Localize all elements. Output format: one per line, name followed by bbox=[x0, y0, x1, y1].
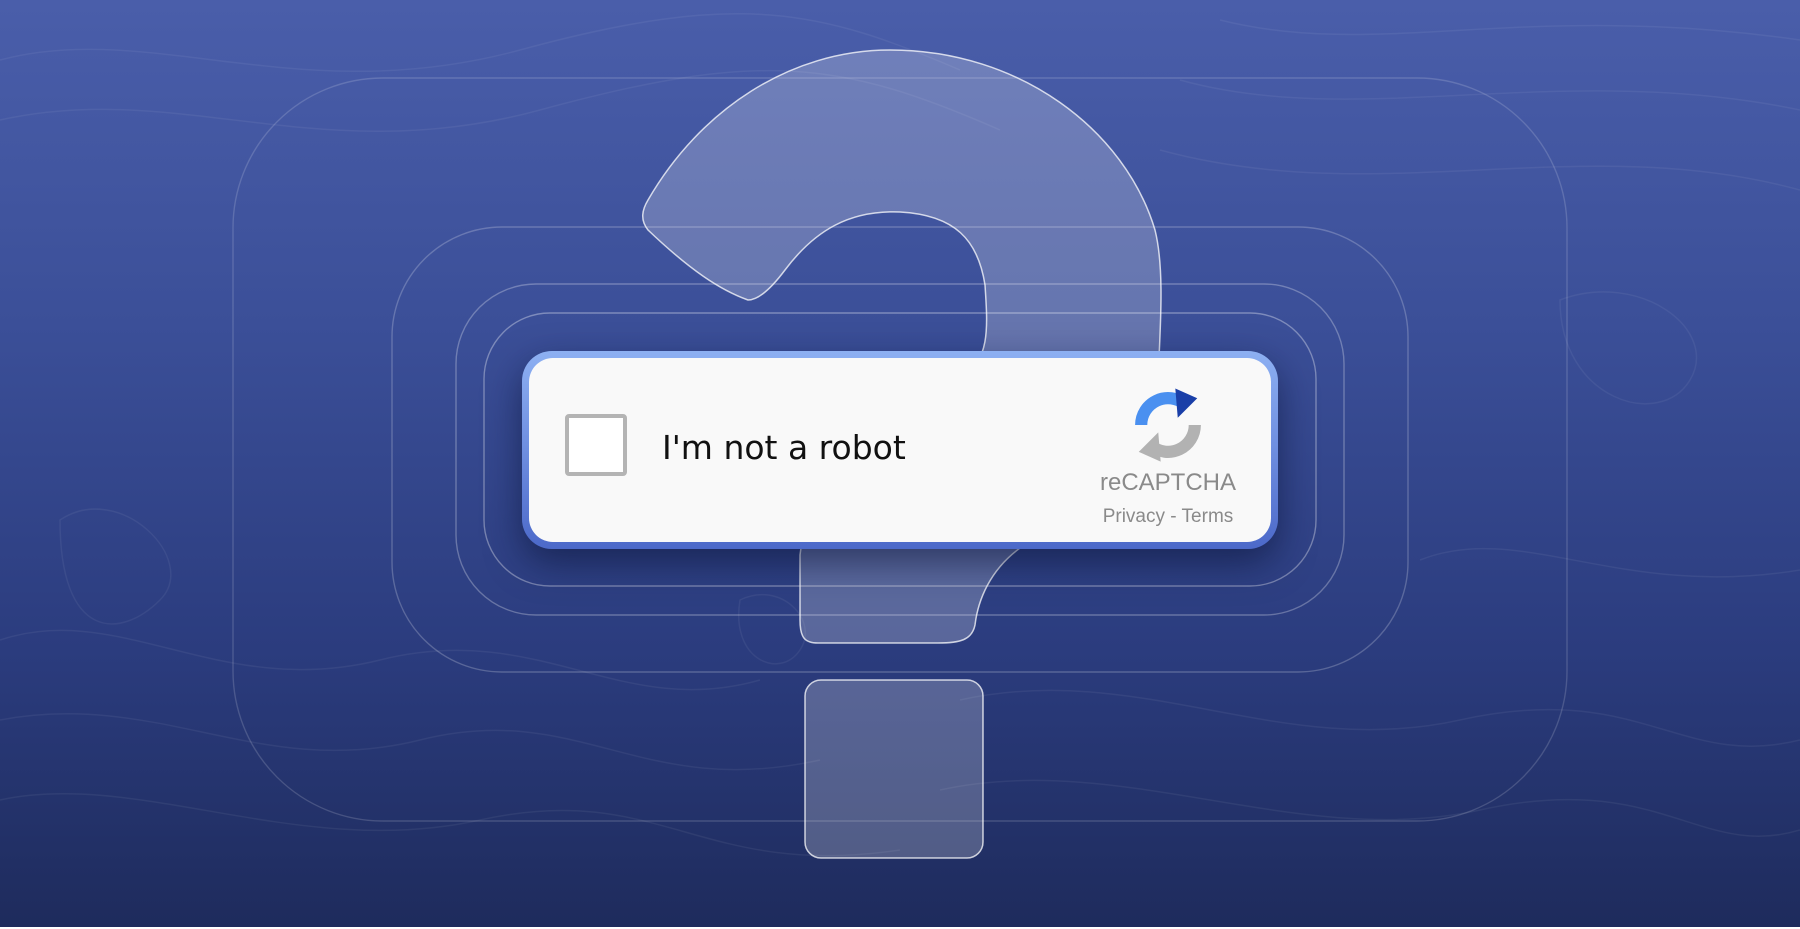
privacy-link[interactable]: Privacy bbox=[1103, 506, 1165, 527]
checkbox-label: I'm not a robot bbox=[662, 428, 906, 467]
legal-links: Privacy - Terms bbox=[1093, 507, 1243, 526]
recaptcha-panel: I'm not a robot reCAPTCHA Privacy - Term… bbox=[529, 358, 1271, 542]
recaptcha-branding: reCAPTCHA Privacy - Terms bbox=[1093, 386, 1243, 526]
recaptcha-brand-name: reCAPTCHA bbox=[1099, 469, 1237, 496]
terms-link[interactable]: Terms bbox=[1182, 506, 1234, 527]
recaptcha-widget: I'm not a robot reCAPTCHA Privacy - Term… bbox=[522, 351, 1278, 549]
legal-separator: - bbox=[1170, 506, 1177, 527]
recaptcha-logo-icon bbox=[1135, 388, 1201, 462]
not-a-robot-checkbox[interactable] bbox=[565, 414, 627, 476]
